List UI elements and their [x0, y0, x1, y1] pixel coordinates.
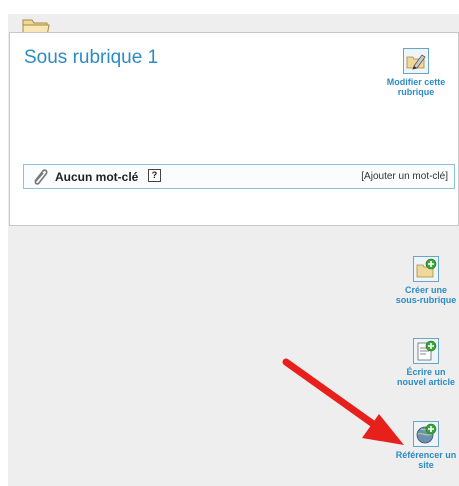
paperclip-icon — [34, 169, 48, 185]
keywords-bar: Aucun mot-clé ? [Ajouter un mot-clé] — [23, 164, 455, 189]
page-title: Sous rubrique 1 — [24, 47, 159, 68]
arrow — [282, 358, 404, 445]
new-subsection-icon — [413, 256, 439, 282]
keywords-label: Aucun mot-clé — [55, 170, 139, 184]
rubrique-box: Sous rubrique 1 Modifier cette rubrique … — [9, 32, 459, 226]
create-subsection-button[interactable]: Créer une sous-rubrique — [394, 256, 458, 305]
edit-rubrique-button[interactable]: Modifier cette rubrique — [384, 48, 448, 97]
edit-rubrique-label: Modifier cette rubrique — [386, 77, 446, 97]
create-subsection-label: Créer une sous-rubrique — [395, 285, 457, 305]
new-article-icon — [413, 338, 439, 364]
add-keyword-link[interactable]: [Ajouter un mot-clé] — [361, 171, 448, 182]
help-icon[interactable]: ? — [148, 169, 161, 182]
add-site-icon — [413, 421, 439, 447]
reference-site-label: Référencer un site — [395, 450, 457, 470]
edit-folder-icon — [403, 48, 429, 74]
